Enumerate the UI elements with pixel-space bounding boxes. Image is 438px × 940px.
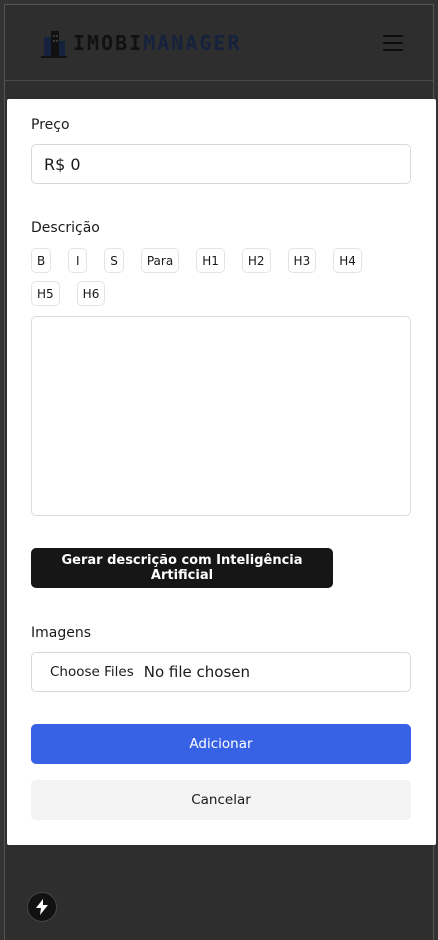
logo-text-part2: MANAGER [143,30,242,55]
app-header: IMOBIMANAGER [5,5,433,81]
paragraph-button[interactable]: Para [140,248,180,273]
h1-button[interactable]: H1 [196,248,225,273]
price-input[interactable] [31,144,411,184]
price-label: Preço [31,117,70,133]
lightning-icon[interactable] [28,893,56,921]
editor-toolbar: B I S Para H1 H2 H3 H4 H5 H6 [31,248,391,306]
choose-files-button[interactable]: Choose Files [50,664,134,680]
h4-button[interactable]: H4 [333,248,362,273]
logo[interactable]: IMOBIMANAGER [41,27,242,59]
strike-button[interactable]: S [104,248,124,273]
bold-button[interactable]: B [31,248,52,273]
generate-ai-description-button[interactable]: Gerar descrição com Inteligência Artific… [31,548,333,588]
logo-text-part1: IMOBI [73,30,144,55]
italic-button[interactable]: I [68,248,88,273]
lightning-glyph [36,899,48,915]
h6-button[interactable]: H6 [76,281,106,306]
add-property-modal: Preço Descrição B I S Para H1 H2 H3 H4 H… [7,99,436,845]
logo-text: IMOBIMANAGER [73,31,242,55]
images-label: Imagens [31,625,92,641]
hamburger-icon[interactable] [383,34,403,51]
description-label: Descrição [31,220,100,236]
building-logo-icon [41,30,67,58]
h5-button[interactable]: H5 [31,281,60,306]
h3-button[interactable]: H3 [287,248,317,273]
add-button[interactable]: Adicionar [31,724,411,764]
description-editor[interactable] [31,316,411,516]
cancel-button[interactable]: Cancelar [31,780,411,820]
images-file-input[interactable]: Choose Files No file chosen [31,652,411,692]
h2-button[interactable]: H2 [241,248,271,273]
file-status-text: No file chosen [143,663,251,681]
